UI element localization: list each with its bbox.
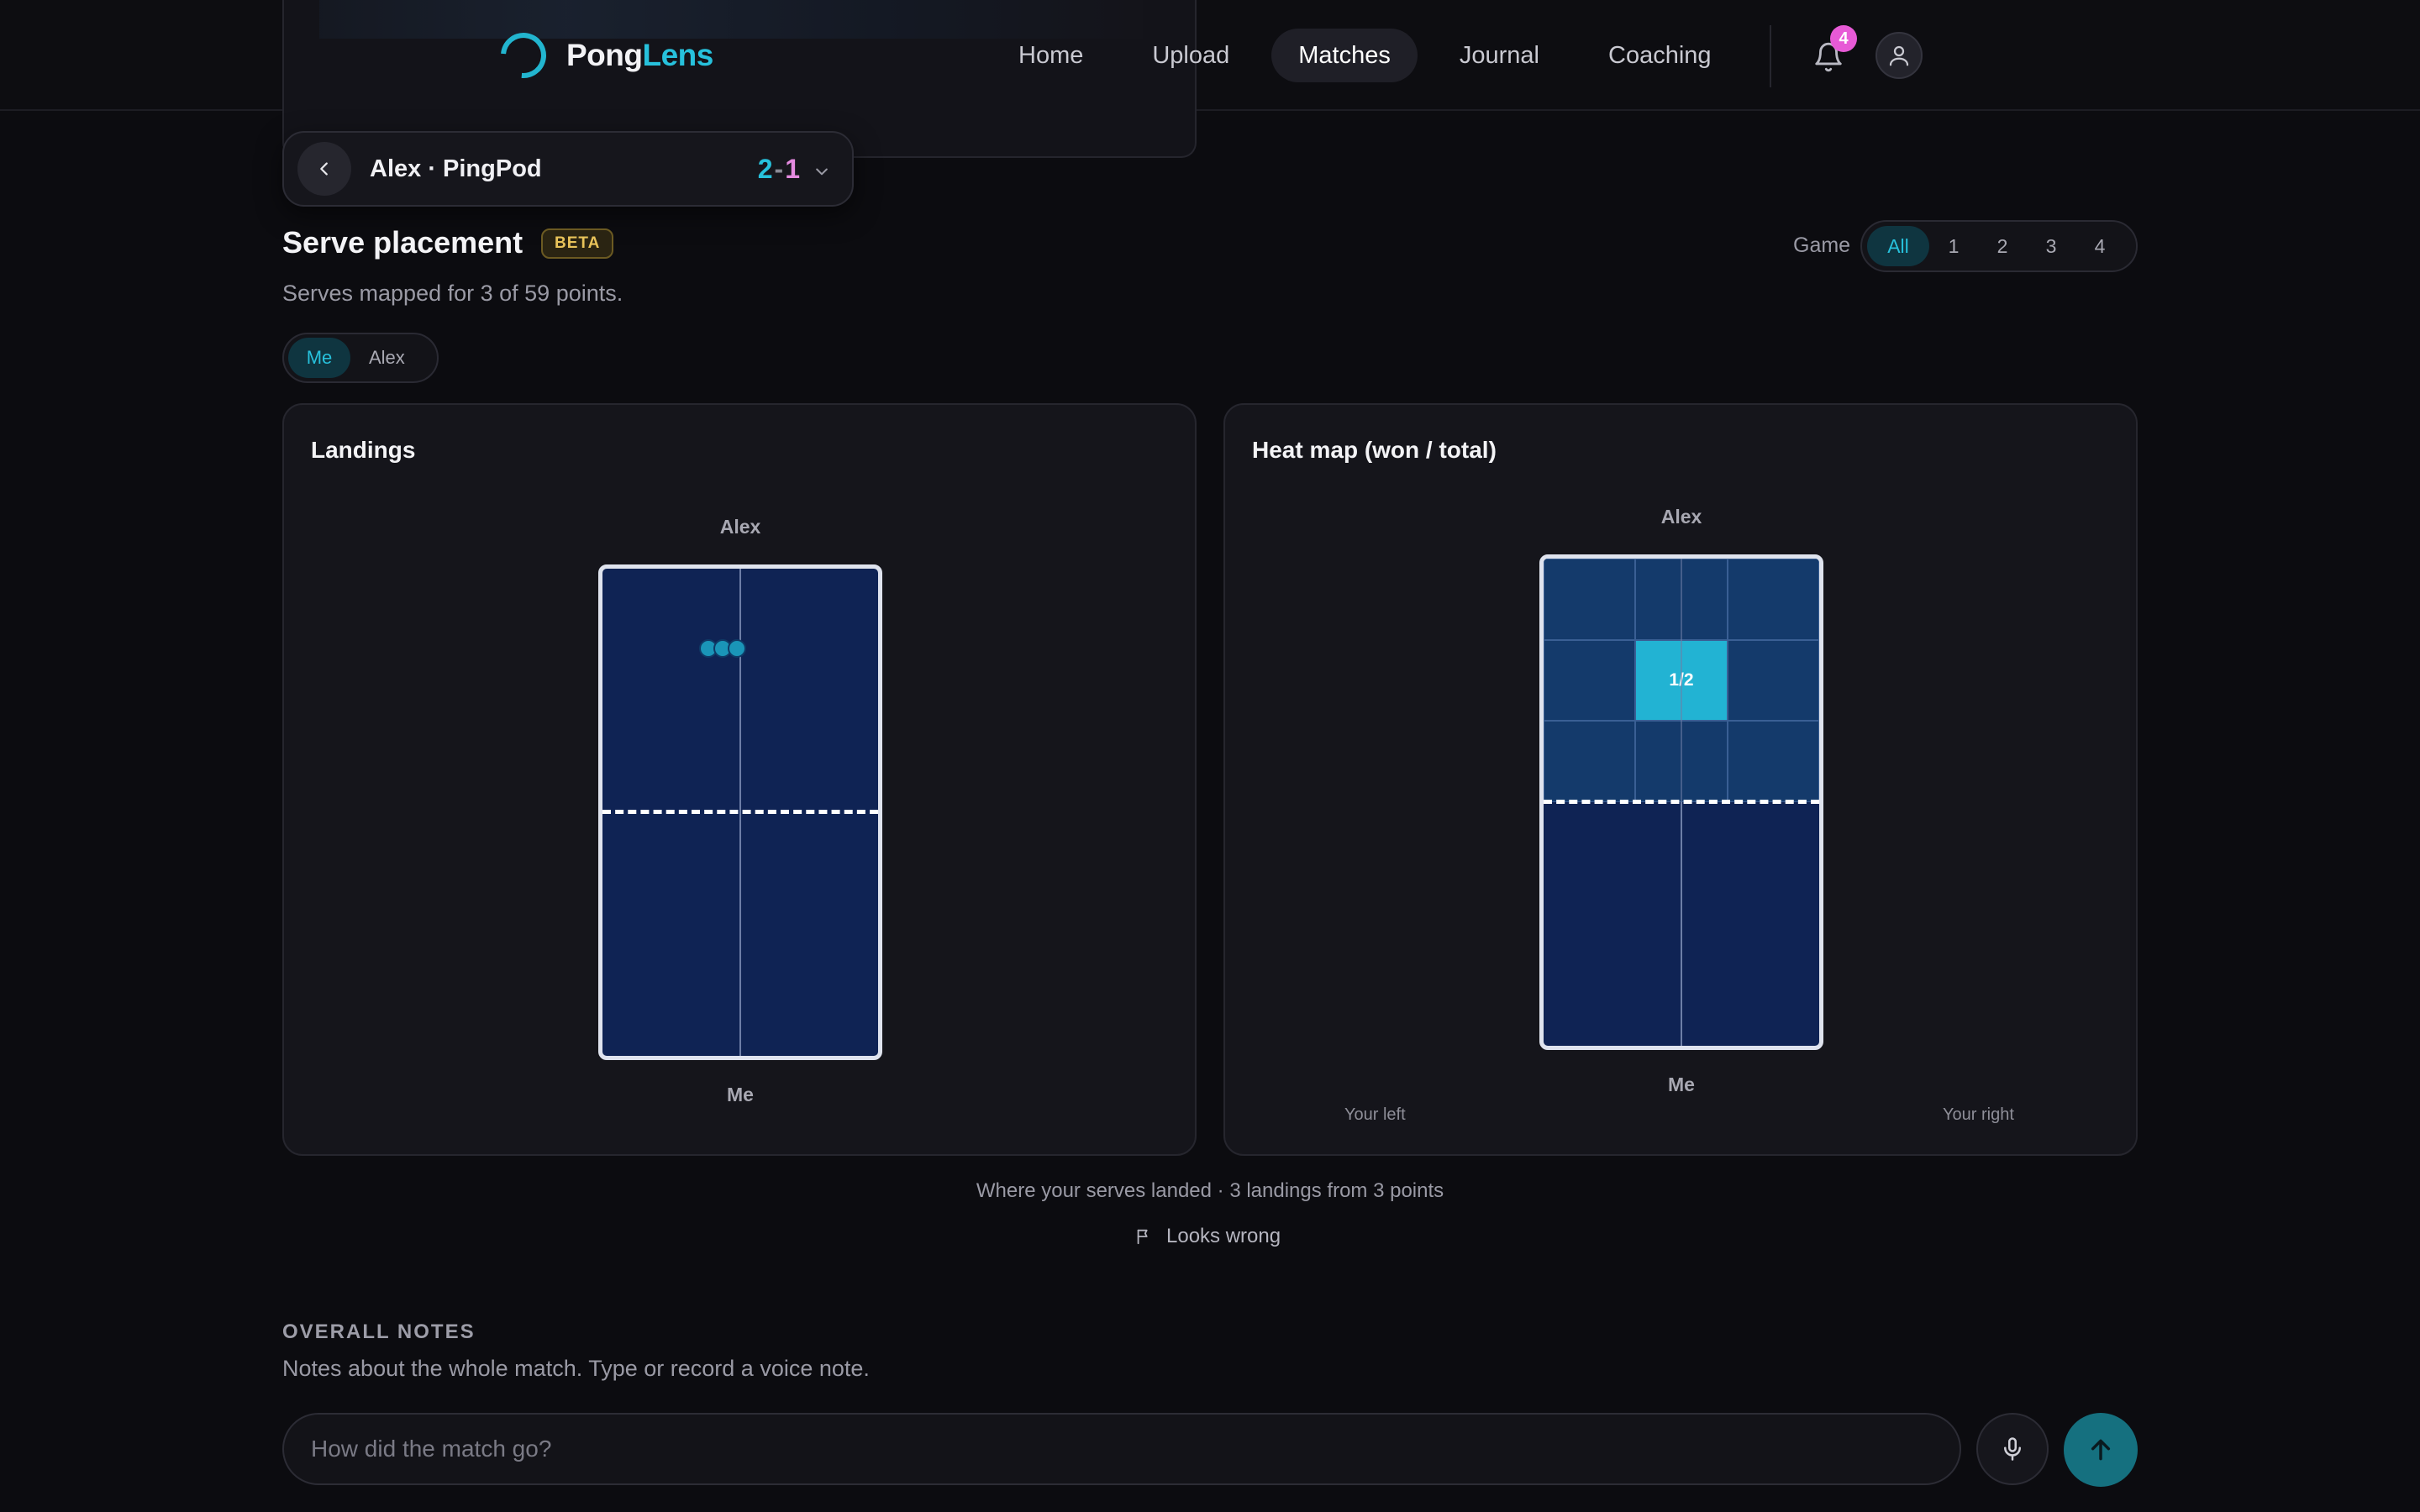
serve-landing-dot[interactable]	[728, 639, 746, 658]
heatmap-centerline-bottom	[1681, 802, 1682, 1046]
game-filter: All 1 2 3 4	[1860, 220, 2138, 272]
player-option-alex[interactable]: Alex	[355, 338, 418, 378]
mic-button[interactable]	[1976, 1413, 2049, 1485]
heatmap-table: 1/2	[1539, 554, 1823, 1050]
looks-wrong-label: Looks wrong	[1166, 1225, 1281, 1247]
nav-coaching[interactable]: Coaching	[1581, 29, 1739, 82]
landings-card: Landings Alex Me	[282, 403, 1197, 1156]
player-filter: Me Alex	[282, 333, 439, 383]
heatmap-bottom-label: Me	[1668, 1074, 1695, 1095]
beta-badge: BETA	[541, 228, 614, 259]
chevron-left-icon	[320, 162, 328, 176]
notification-badge: 4	[1830, 25, 1857, 52]
brand-name-part2: Lens	[642, 38, 713, 72]
player-option-me[interactable]: Me	[288, 338, 350, 378]
user-icon[interactable]	[1876, 32, 1923, 79]
heatmap-card: Heat map (won / total) Alex 1/2 Me Your …	[1223, 403, 2138, 1156]
landings-top-label: Alex	[719, 516, 761, 538]
match-score: 2-1	[758, 154, 802, 185]
nav-journal[interactable]: Journal	[1433, 29, 1566, 82]
back-button[interactable]	[297, 142, 351, 196]
notes-subtitle: Notes about the whole match. Type or rec…	[282, 1356, 870, 1381]
heatmap-cell[interactable]	[1727, 559, 1819, 640]
landings-title: Landings	[311, 437, 416, 463]
score-separator: -	[774, 153, 786, 184]
game-option-3[interactable]: 3	[2027, 226, 2075, 266]
logo-icon	[491, 23, 556, 88]
heatmap-top-label: Alex	[1660, 506, 1702, 528]
heatmap-cell[interactable]	[1544, 721, 1636, 802]
table-net	[602, 810, 878, 814]
notes-heading: OVERALL NOTES	[282, 1320, 476, 1343]
nav-divider	[1770, 25, 1771, 87]
brand-name-part1: Pong	[566, 38, 643, 72]
brand[interactable]: PongLens	[491, 23, 713, 88]
brand-name: PongLens	[566, 38, 713, 73]
section-subtitle: Serves mapped for 3 of 59 points.	[282, 281, 623, 306]
heatmap-net	[1544, 800, 1819, 804]
heatmap-cell[interactable]	[1727, 721, 1819, 802]
landings-caption: Where your serves landed · 3 landings fr…	[976, 1179, 1444, 1202]
score-opponent: 1	[785, 153, 802, 184]
heatmap-centerline-top	[1681, 559, 1682, 802]
heatmap-cell[interactable]	[1727, 639, 1819, 722]
chevron-down-icon[interactable]	[813, 163, 830, 180]
game-option-4[interactable]: 4	[2075, 226, 2124, 266]
heatmap-title: Heat map (won / total)	[1252, 437, 1497, 463]
main-nav: Home Upload Matches Journal Coaching	[992, 29, 1739, 82]
nav-matches[interactable]: Matches	[1271, 29, 1418, 82]
score-me: 2	[757, 153, 775, 184]
heatmap-left-label: Your left	[1344, 1105, 1406, 1124]
landings-table	[598, 564, 882, 1060]
notes-input[interactable]	[282, 1413, 1961, 1485]
game-option-all[interactable]: All	[1867, 226, 1929, 266]
game-filter-label: Game	[1793, 234, 1851, 257]
mic-icon	[2004, 1437, 2021, 1461]
nav-upload[interactable]: Upload	[1125, 29, 1256, 82]
game-option-2[interactable]: 2	[1978, 226, 2027, 266]
looks-wrong-button[interactable]: Looks wrong	[1134, 1225, 1281, 1248]
arrow-up-icon	[2091, 1439, 2111, 1461]
nav-home[interactable]: Home	[992, 29, 1110, 82]
flag-icon	[1137, 1229, 1148, 1245]
game-option-1[interactable]: 1	[1929, 226, 1978, 266]
heatmap-right-label: Your right	[1943, 1105, 2014, 1124]
section-title: Serve placement	[282, 225, 523, 260]
heatmap-cell[interactable]	[1544, 639, 1636, 722]
match-title: Alex · PingPod	[370, 155, 542, 182]
send-button[interactable]	[2064, 1413, 2138, 1487]
landings-bottom-label: Me	[727, 1084, 754, 1105]
match-selector[interactable]: Alex · PingPod 2-1	[282, 131, 854, 207]
heatmap-cell[interactable]	[1544, 559, 1636, 640]
